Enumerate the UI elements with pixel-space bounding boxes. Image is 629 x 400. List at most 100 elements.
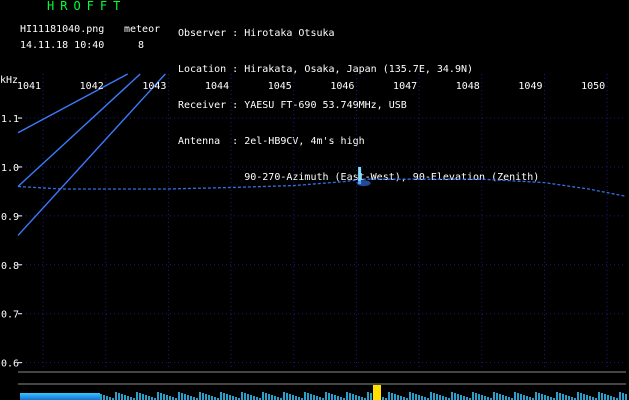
noise-bar: [190, 396, 192, 400]
noise-bar: [460, 395, 462, 400]
noise-bar: [544, 395, 546, 400]
noise-bar: [430, 392, 432, 400]
noise-bar: [178, 392, 180, 400]
noise-bar: [517, 393, 519, 400]
noise-bar: [184, 394, 186, 400]
noise-bar: [328, 393, 330, 400]
noise-bar: [601, 393, 603, 400]
noise-bar: [442, 396, 444, 400]
noise-bar: [367, 392, 369, 400]
noise-bar: [400, 396, 402, 400]
x-tick-label-1046: 1046: [330, 81, 354, 92]
noise-bar: [538, 393, 540, 400]
noise-bar: [247, 394, 249, 400]
x-tick-label-1048: 1048: [456, 81, 480, 92]
spectrogram-chart: kHz 1.1 1.0 0.9 0.8 0.7 0.6 1041 1042 1043 1044 1…: [0, 73, 627, 400]
meteor-trail: [17, 178, 627, 197]
y-tick-label-0.7: 0.7: [1, 310, 19, 321]
noise-bar: [223, 393, 225, 400]
diagonal-signal-line: [17, 73, 166, 236]
noise-bar: [232, 396, 234, 400]
noise-bar: [433, 393, 435, 400]
noise-bar: [334, 395, 336, 400]
noise-bar: [100, 394, 102, 400]
noise-bar: [115, 392, 117, 400]
noise-bar: [349, 393, 351, 400]
noise-bar: [160, 393, 162, 400]
noise-bar: [331, 394, 333, 400]
noise-bar: [346, 392, 348, 400]
y-tick-label-1.0: 1.0: [1, 163, 19, 174]
noise-bar: [352, 394, 354, 400]
noise-bar: [313, 395, 315, 400]
noise-bar: [565, 395, 567, 400]
noise-bar: [121, 394, 123, 400]
noise-bar: [523, 395, 525, 400]
noise-bar: [547, 396, 549, 400]
noise-bar: [556, 392, 558, 400]
noise-bar: [397, 395, 399, 400]
noise-bar: [253, 396, 255, 400]
noise-bar: [286, 393, 288, 400]
noise-bar: [274, 396, 276, 400]
noise-bar: [241, 392, 243, 400]
noise-bar: [295, 396, 297, 400]
noise-bar: [304, 392, 306, 400]
noise-bar: [142, 394, 144, 400]
noise-bar: [412, 393, 414, 400]
noise-bar: [229, 395, 231, 400]
noise-bar: [598, 392, 600, 400]
noise-bar: [205, 394, 207, 400]
noise-bar: [202, 393, 204, 400]
noise-bar: [439, 395, 441, 400]
noise-bar: [622, 393, 624, 400]
y-tick-label-1.1: 1.1: [1, 114, 19, 125]
x-tick-label-1050: 1050: [581, 81, 605, 92]
noise-bar: [169, 396, 171, 400]
noise-bar: [472, 392, 474, 400]
noise-bar: [520, 394, 522, 400]
noise-bar: [436, 394, 438, 400]
noise-bar: [481, 395, 483, 400]
noise-bar: [496, 393, 498, 400]
noise-bar: [262, 392, 264, 400]
noise-bar: [250, 395, 252, 400]
noise-bar: [493, 392, 495, 400]
noise-bar: [292, 395, 294, 400]
x-tick-label-1041: 1041: [17, 81, 41, 92]
noise-bar: [208, 395, 210, 400]
noise-bar: [535, 392, 537, 400]
noise-bar: [265, 393, 267, 400]
noise-bar: [610, 396, 612, 400]
noise-bar: [478, 394, 480, 400]
noise-bar: [586, 395, 588, 400]
noise-bar: [454, 393, 456, 400]
noise-bar: [580, 393, 582, 400]
noise-bar: [157, 392, 159, 400]
noise-bar: [457, 394, 459, 400]
x-tick-label-1049: 1049: [518, 81, 542, 92]
noise-bar: [316, 396, 318, 400]
noise-bar: [394, 394, 396, 400]
noise-bar: [289, 394, 291, 400]
noise-bar: [421, 396, 423, 400]
noise-bar: [451, 392, 453, 400]
noise-bar: [220, 392, 222, 400]
noise-bar: [244, 393, 246, 400]
noise-bar: [526, 396, 528, 400]
noise-bar: [145, 395, 147, 400]
noise-bar: [577, 392, 579, 400]
noise-bar: [559, 393, 561, 400]
noise-bar: [226, 394, 228, 400]
noise-bar: [103, 395, 105, 400]
noise-bar: [625, 394, 627, 400]
noise-bar: [355, 395, 357, 400]
noise-bar: [583, 394, 585, 400]
noise-bar: [499, 394, 501, 400]
x-tick-label-1047: 1047: [393, 81, 417, 92]
noise-bar: [325, 392, 327, 400]
meteor-peak-marker: [373, 385, 381, 400]
noise-band-left: [20, 393, 100, 400]
noise-bar: [415, 394, 417, 400]
noise-bar: [271, 395, 273, 400]
